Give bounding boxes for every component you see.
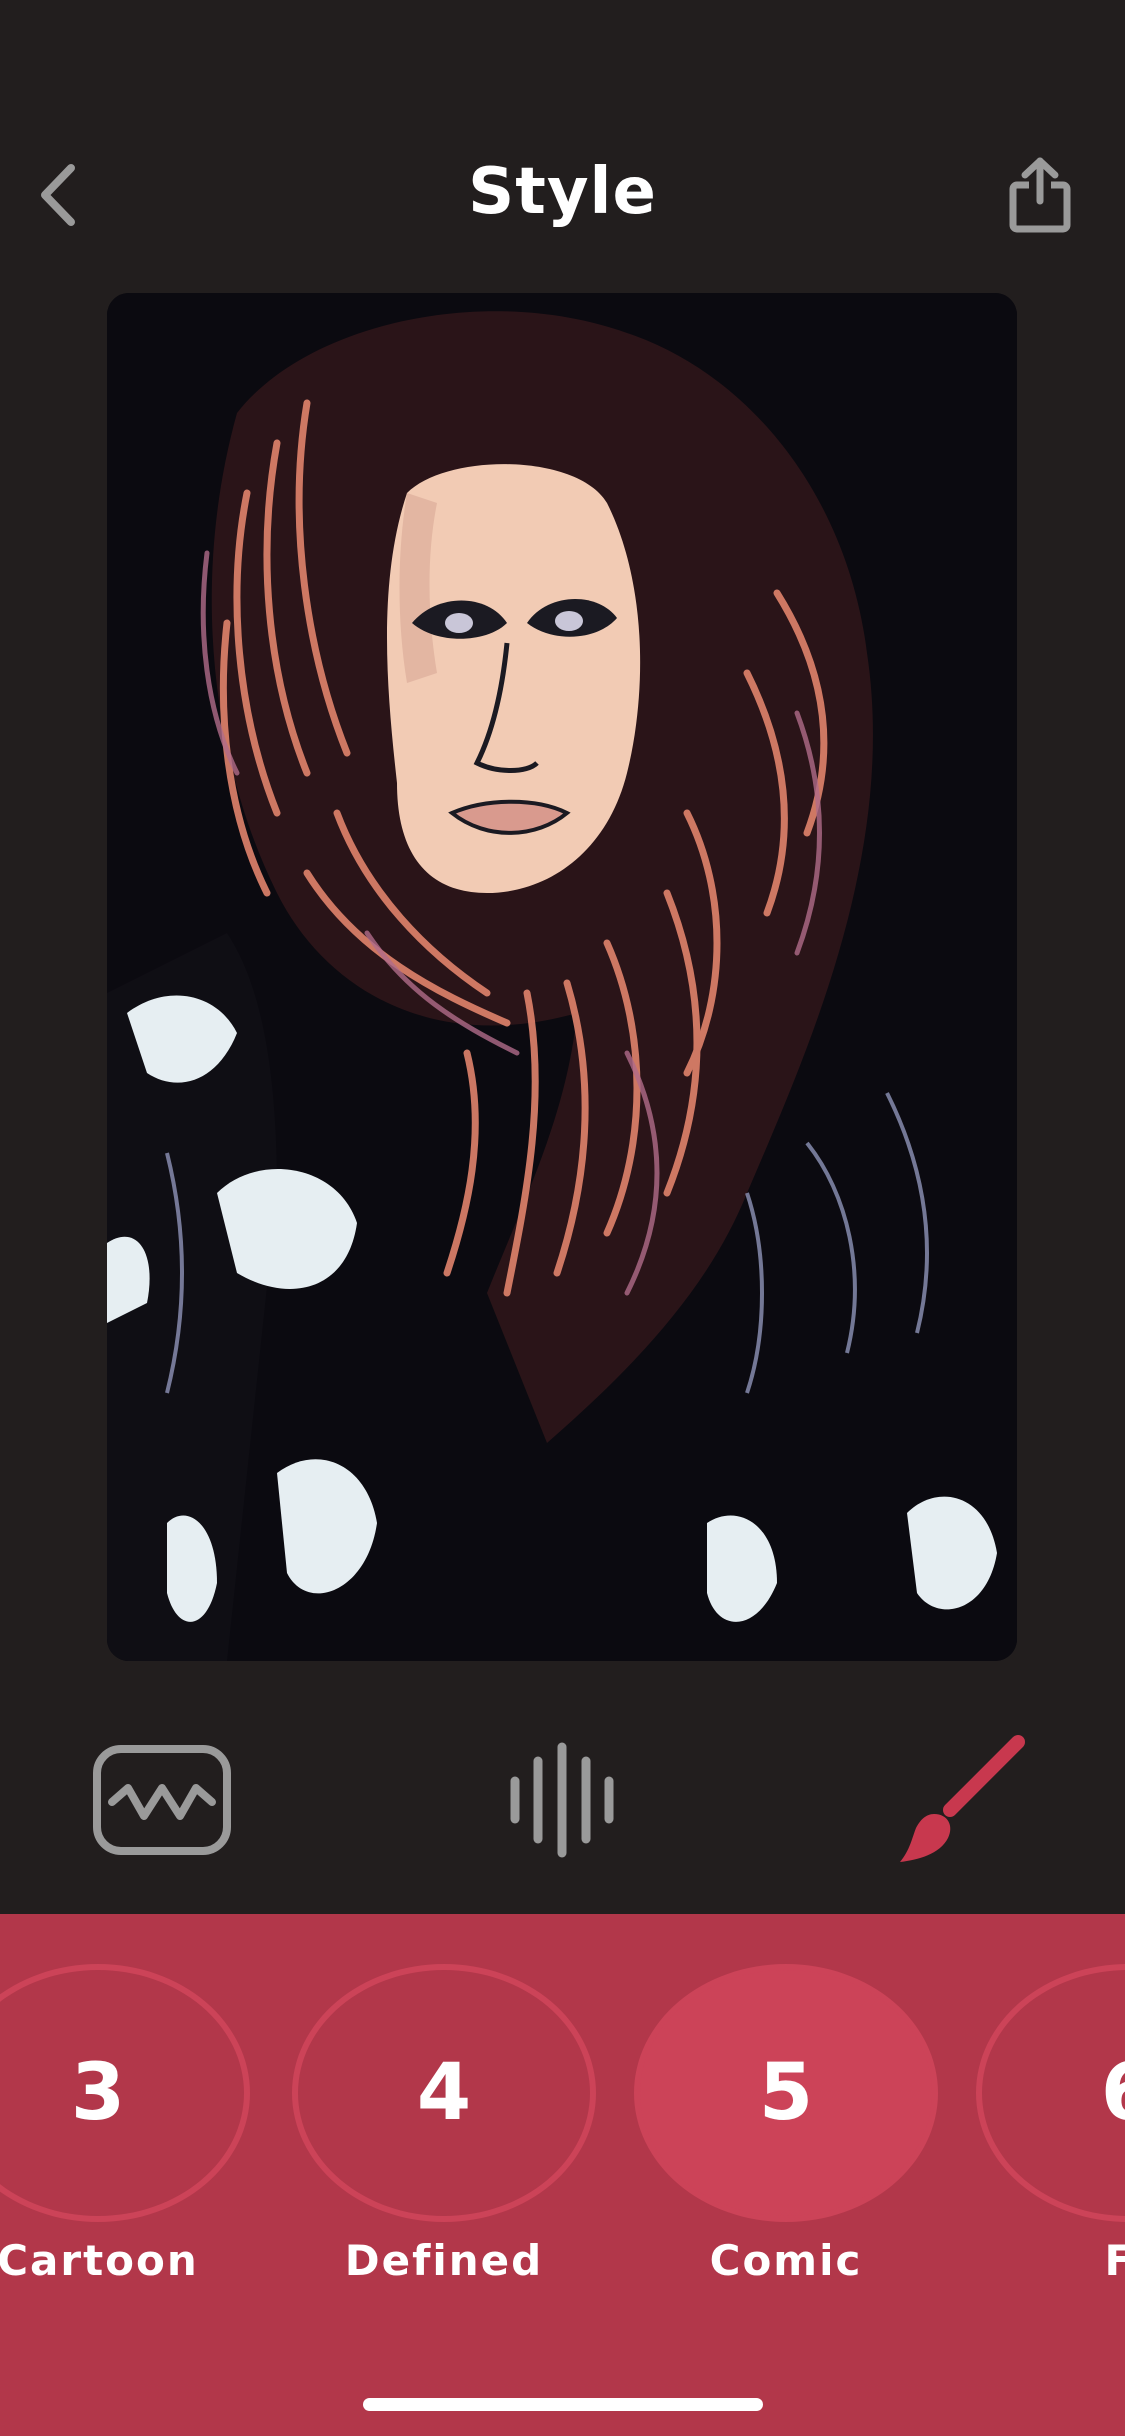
tool-style-button[interactable] [880,1720,1040,1880]
tool-adjust-button[interactable] [82,1720,242,1880]
style-number: 5 [634,1964,938,2222]
style-label: Comic [709,2236,863,2285]
waveform-frame-icon [93,1745,231,1855]
tool-bar [0,1700,1125,1900]
style-number: 4 [292,1964,596,2222]
page-title: Style [468,155,657,229]
style-option-comic[interactable]: 5 Comic [634,1964,938,2334]
cartoon-portrait-image [107,293,1017,1661]
share-button[interactable] [995,150,1085,240]
paintbrush-icon [900,1735,1025,1862]
home-indicator[interactable] [363,2398,763,2411]
style-number: 6 [976,1964,1125,2222]
tool-intensity-button[interactable] [482,1720,642,1880]
style-option-defined[interactable]: 4 Defined [292,1964,596,2334]
style-label: Defined [344,2236,544,2285]
audio-bars-icon [510,1742,614,1858]
style-option-next[interactable]: 6 Fl [976,1964,1125,2334]
styled-photo[interactable] [107,293,1017,1661]
style-number: 3 [0,1964,250,2222]
style-label: Cartoon [0,2236,199,2285]
style-label: Fl [1104,2236,1125,2285]
top-bar: Style [0,0,1125,290]
style-picker: 3 Cartoon 4 Defined 5 Comic 6 Fl [0,1914,1125,2436]
share-icon [1009,157,1071,233]
style-option-cartoon[interactable]: 3 Cartoon [0,1964,250,2334]
